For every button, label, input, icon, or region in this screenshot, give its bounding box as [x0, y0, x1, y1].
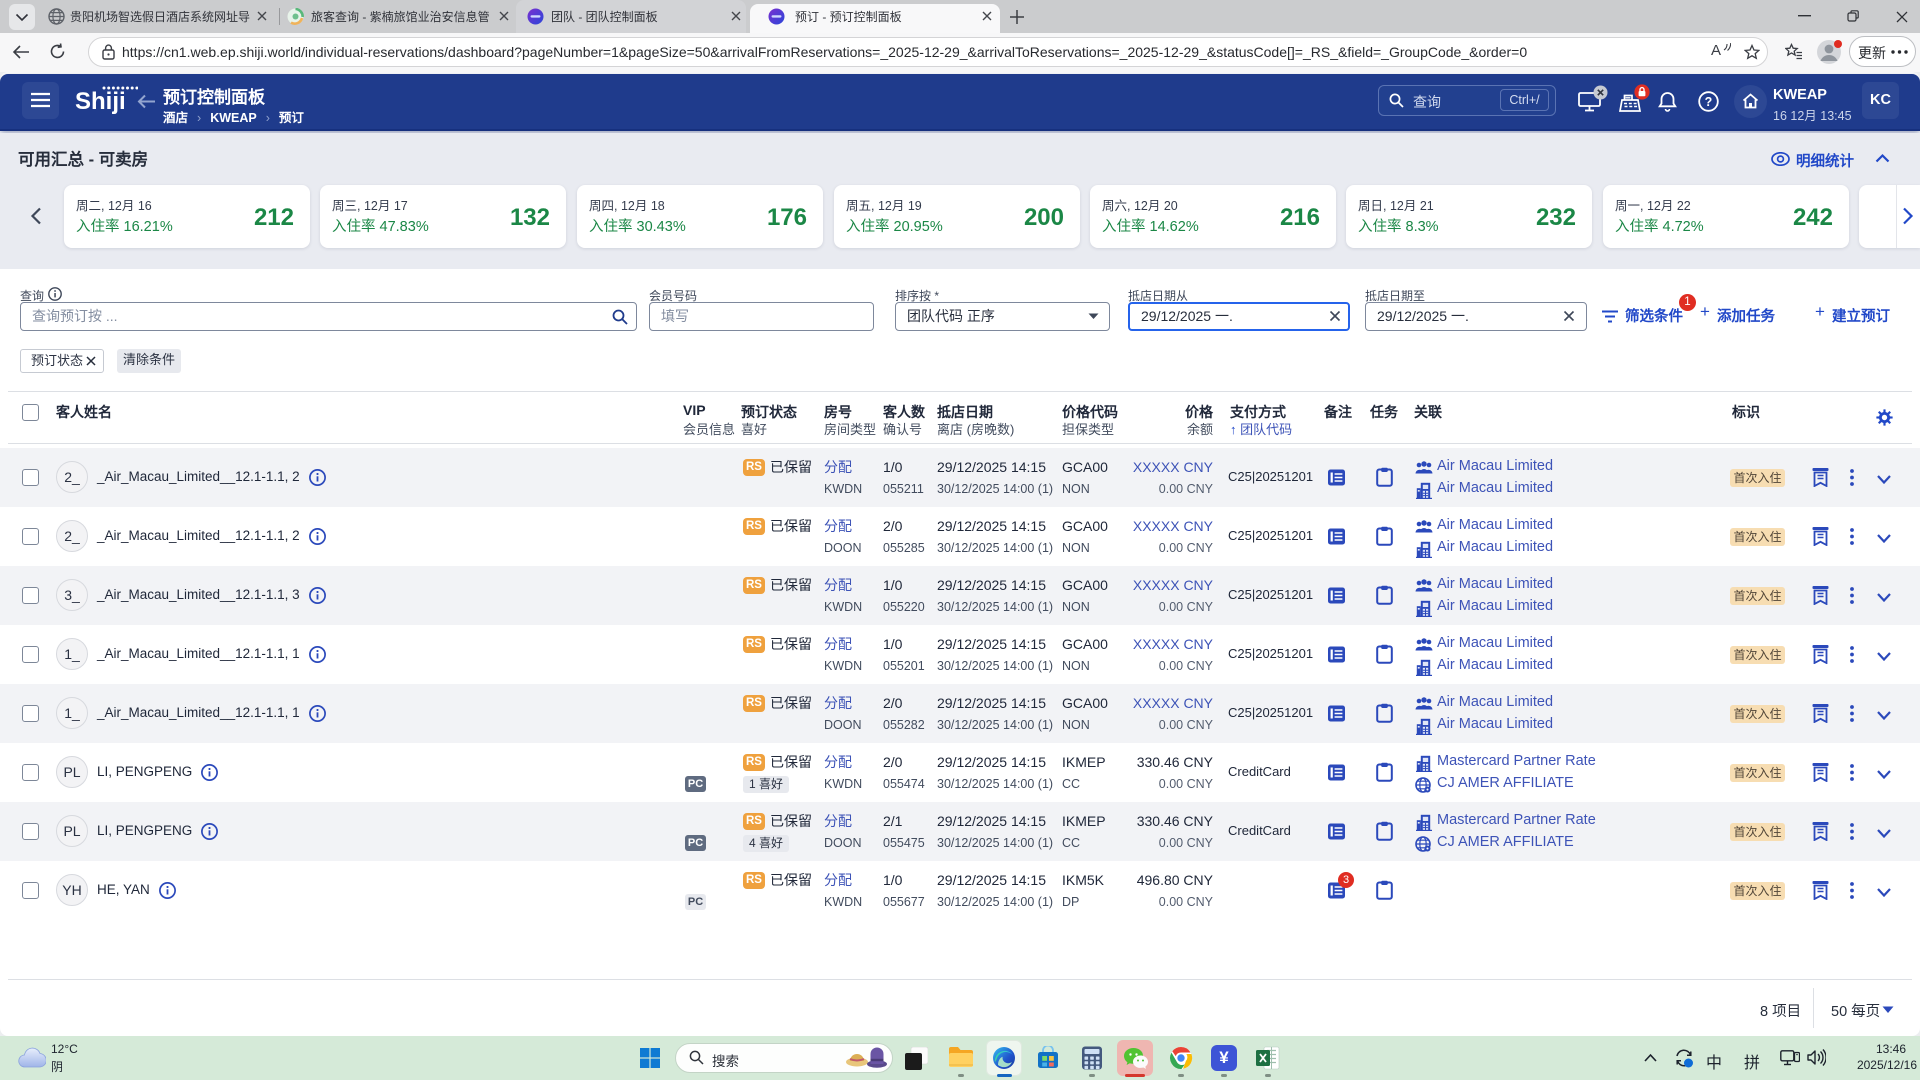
svg-text:?: ? [1705, 95, 1713, 109]
